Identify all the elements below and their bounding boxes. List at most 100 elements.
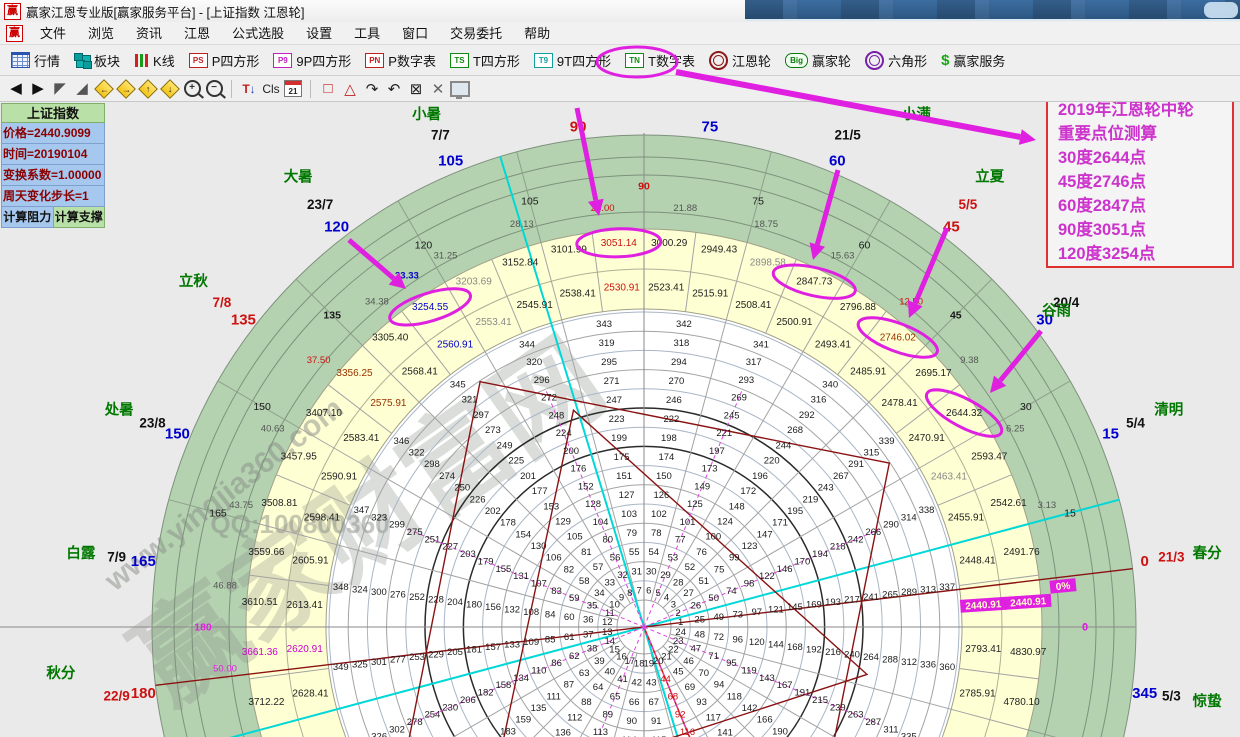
svg-text:70: 70 [699,668,710,679]
menu-5[interactable]: 设置 [295,26,343,41]
tool-calendar[interactable]: 21 [283,79,303,99]
svg-text:43.75: 43.75 [229,500,253,511]
menu-1[interactable]: 浏览 [77,26,125,41]
tool-cls[interactable]: Cls [261,79,281,99]
menu-0[interactable]: 文件 [29,26,77,41]
svg-text:42: 42 [631,678,642,689]
svg-text:343: 343 [596,319,612,330]
tool-delete-box[interactable]: ⊠ [406,79,426,99]
svg-text:298: 298 [424,459,440,470]
tool-pan-left[interactable]: ← [94,79,114,99]
svg-text:15: 15 [1102,426,1119,443]
info-row-2: 变换系数=1.00000 [1,165,105,186]
toolbar-sectors[interactable]: 板块 [67,51,127,70]
svg-text:3661.36: 3661.36 [242,647,279,658]
svg-text:206: 206 [460,695,476,706]
svg-text:60: 60 [829,152,846,169]
menu-2[interactable]: 资讯 [125,26,173,41]
svg-text:79: 79 [626,528,637,539]
gann-wheel-canvas[interactable]: 赢家财富网www.yingjia360.comQQ:10080036012345… [0,102,1240,737]
svg-text:224: 224 [556,428,572,439]
toolbar-9t-square[interactable]: T99T四方形 [527,51,618,70]
toolbar-winner-service[interactable]: $赢家服务 [934,51,1012,70]
svg-text:2478.41: 2478.41 [882,398,919,409]
toolbar-t-square[interactable]: TST四方形 [443,51,527,70]
toolbar-winner-wheel[interactable]: Big赢家轮 [778,51,858,70]
toolbar-gann-wheel[interactable]: 江恩轮 [702,51,778,70]
svg-text:141: 141 [717,728,733,737]
svg-text:5/3: 5/3 [1162,688,1181,703]
tool-nav-forward[interactable]: ▶ [28,79,48,99]
calc-support-button[interactable]: 计算支撑 [54,207,106,228]
tool-pan-up[interactable]: ↑ [138,79,158,99]
menu-6[interactable]: 工具 [343,26,391,41]
tool-rotate-cw[interactable]: ↷ [362,79,382,99]
svg-text:312: 312 [901,657,917,668]
badge-icon: TS [450,53,469,68]
toolbar-9p-square[interactable]: P99P四方形 [266,51,358,70]
tool-fit-screen[interactable]: ✕ [428,79,448,99]
menu-8[interactable]: 交易委托 [439,26,513,41]
svg-text:36: 36 [583,615,594,626]
svg-text:275: 275 [407,527,423,538]
menu-4[interactable]: 公式选股 [221,26,295,41]
toolbar-p-table[interactable]: PNP数字表 [358,51,443,70]
svg-text:289: 289 [901,587,917,598]
svg-text:107: 107 [531,579,547,590]
menu-9[interactable]: 帮助 [513,26,561,41]
svg-text:75: 75 [752,196,764,208]
tool-draw-triangle[interactable]: △ [340,79,360,99]
svg-text:59: 59 [569,593,580,604]
toolbar-hexagon[interactable]: 六角形 [858,51,934,70]
tool-pan-down[interactable]: ↓ [160,79,180,99]
svg-text:155: 155 [495,564,511,575]
svg-text:23/7: 23/7 [307,197,333,212]
svg-text:313: 313 [920,585,936,596]
toolbar-kline[interactable]: K线 [127,51,182,70]
svg-text:69: 69 [685,682,696,693]
svg-text:127: 127 [619,490,635,501]
tool-t-down[interactable]: T↓ [239,79,259,99]
svg-text:230: 230 [442,702,458,713]
tool-zoom-out[interactable]: − [204,79,224,99]
tool-rotate-ccw[interactable]: ↶ [384,79,404,99]
svg-text:82: 82 [564,564,575,575]
svg-text:136: 136 [555,728,571,737]
tool-display[interactable] [450,79,470,99]
svg-text:5/5: 5/5 [959,197,978,212]
svg-text:91: 91 [651,716,662,727]
svg-text:2793.41: 2793.41 [965,644,1002,655]
svg-text:273: 273 [485,425,501,436]
svg-text:45: 45 [943,218,960,235]
svg-text:2628.41: 2628.41 [292,688,329,699]
tool-draw-square[interactable]: □ [318,79,338,99]
svg-text:2545.91: 2545.91 [517,300,554,311]
tool-zoom-in[interactable]: + [182,79,202,99]
tool-nav-back[interactable]: ◀ [6,79,26,99]
svg-text:195: 195 [787,506,803,517]
toolbar-t-table[interactable]: TNT数字表 [618,51,702,70]
svg-text:90: 90 [570,118,587,135]
svg-text:0%: 0% [1055,581,1071,593]
toolbar-quotes[interactable]: 行情 [4,51,67,70]
tool-rotate-view-right[interactable]: ◢ [72,79,92,99]
calc-resistance-button[interactable]: 计算阻力 [1,207,54,228]
toolbar-p-square[interactable]: PSP四方形 [182,51,267,70]
svg-text:44: 44 [660,674,671,685]
svg-text:167: 167 [777,680,793,691]
tool-pan-right[interactable]: → [116,79,136,99]
window-controls-area[interactable] [1204,2,1238,18]
svg-text:9.38: 9.38 [960,355,979,366]
svg-text:168: 168 [787,642,803,653]
svg-text:346: 346 [393,436,409,447]
menu-7[interactable]: 窗口 [391,26,439,41]
svg-text:22/9: 22/9 [103,688,129,703]
svg-text:340: 340 [822,379,838,390]
svg-text:278: 278 [407,717,423,728]
tool-rotate-view-left[interactable]: ◤ [50,79,70,99]
svg-text:3508.81: 3508.81 [261,498,298,509]
svg-text:清明: 清明 [1154,401,1183,419]
menu-3[interactable]: 江恩 [173,26,221,41]
info-row-3: 周天变化步长=1 [1,186,105,207]
svg-text:80: 80 [603,535,614,546]
